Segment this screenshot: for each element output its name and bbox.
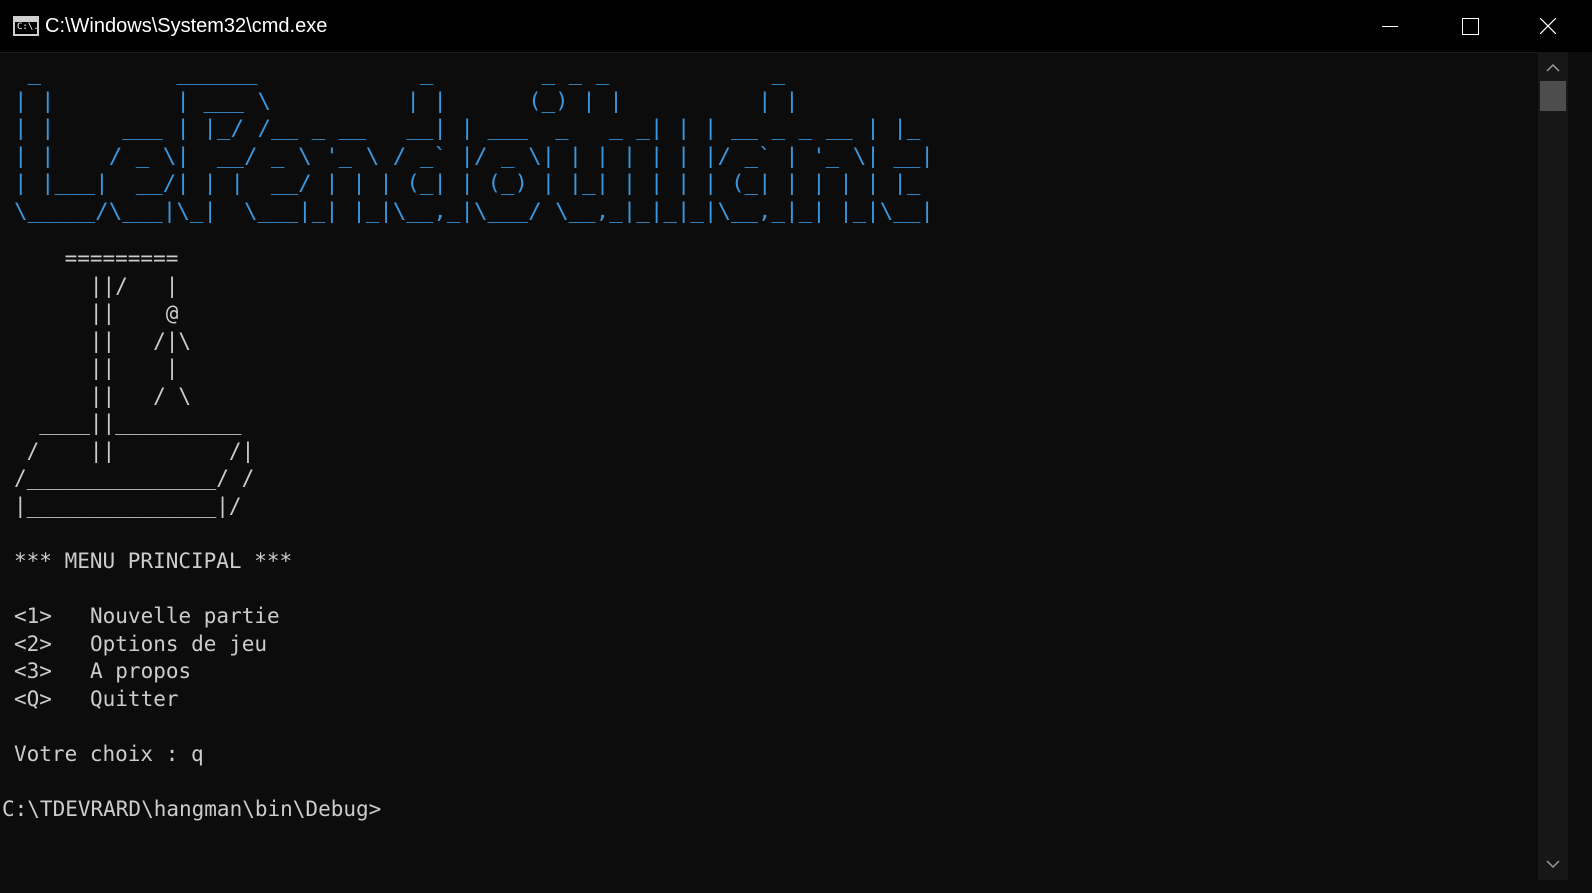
- menu-item-key: <Q>: [14, 686, 52, 711]
- chevron-up-icon: [1546, 63, 1560, 72]
- menu-item-label: Options de jeu: [90, 631, 268, 656]
- cmd-icon-glyph: C:\.: [17, 22, 39, 32]
- maximize-icon: [1462, 18, 1479, 35]
- close-icon: [1540, 18, 1556, 34]
- menu-item: <2> Options de jeu: [14, 631, 267, 659]
- close-button[interactable]: [1508, 0, 1588, 52]
- cmd-icon[interactable]: C:\.: [13, 16, 39, 36]
- menu-item-label: A propos: [90, 659, 192, 683]
- vertical-scrollbar[interactable]: [1538, 52, 1568, 880]
- command-prompt[interactable]: C:\TDEVRARD\hangman\bin\Debug>: [2, 796, 381, 824]
- choice-prompt: Votre choix : q: [14, 742, 204, 766]
- minimize-button[interactable]: [1348, 0, 1428, 52]
- console-output[interactable]: _ ______ _ _ _ _ _ | | | ___ \ | | (_) |…: [0, 52, 1538, 893]
- menu-item-key: <1>: [14, 604, 52, 628]
- menu-item: <1> Nouvelle partie: [14, 603, 280, 631]
- minimize-icon: [1382, 26, 1398, 27]
- window-title: C:\Windows\System32\cmd.exe: [45, 15, 328, 37]
- menu-item-key: <2>: [14, 631, 52, 656]
- window-edge: [0, 880, 1592, 893]
- scroll-down-button[interactable]: [1538, 854, 1568, 874]
- menu-item: <3> A propos: [14, 658, 191, 686]
- chevron-down-icon: [1546, 860, 1560, 869]
- menu-item-label: Nouvelle partie: [90, 604, 280, 628]
- maximize-button[interactable]: [1428, 0, 1508, 52]
- scroll-thumb[interactable]: [1540, 81, 1566, 111]
- hangman-ascii-art: ========= ||/ | || @ || /|\ || | || / \ …: [14, 246, 255, 518]
- window-edge: [1568, 52, 1592, 893]
- menu-title: *** MENU PRINCIPAL ***: [14, 549, 293, 573]
- menu-item-key: <3>: [14, 659, 52, 683]
- ascii-banner: _ ______ _ _ _ _ _ | | | ___ \ | | (_) |…: [14, 61, 934, 223]
- cmd-window: C:\. C:\Windows\System32\cmd.exe _ _____…: [0, 0, 1592, 893]
- title-bar[interactable]: C:\. C:\Windows\System32\cmd.exe: [0, 0, 1592, 53]
- menu-item: <Q> Quitter: [14, 686, 179, 714]
- scroll-up-button[interactable]: [1538, 58, 1568, 78]
- menu-item-label: Quitter: [90, 686, 179, 711]
